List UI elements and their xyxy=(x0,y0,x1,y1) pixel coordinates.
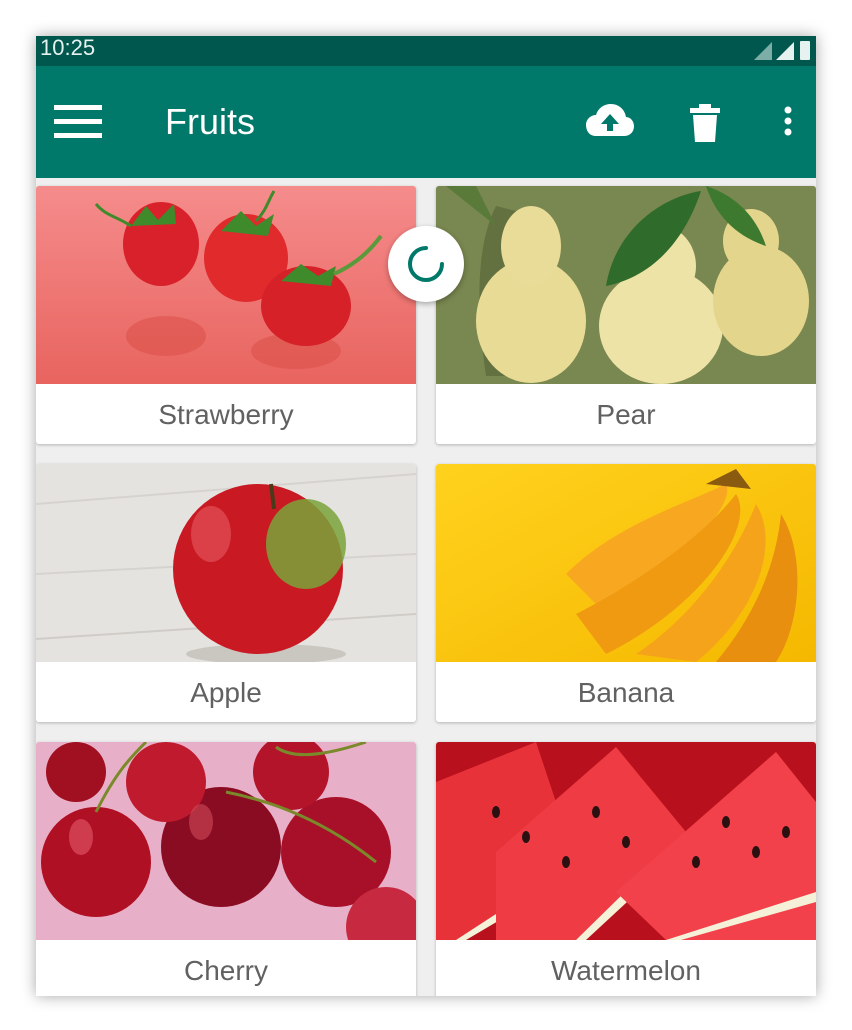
page-title: Fruits xyxy=(165,101,255,142)
strawberry-image xyxy=(36,186,416,384)
banana-image xyxy=(436,464,816,662)
cherry-image xyxy=(36,742,416,940)
loading-spinner xyxy=(388,226,464,302)
more-vert-icon[interactable] xyxy=(776,96,800,146)
apple-image xyxy=(36,464,416,662)
fruit-card-banana[interactable]: Banana xyxy=(436,464,816,722)
menu-icon[interactable] xyxy=(54,105,104,139)
cloud-upload-icon[interactable] xyxy=(584,96,636,146)
fruit-card-cherry[interactable]: Cherry xyxy=(36,742,416,996)
watermelon-image xyxy=(436,742,816,940)
fruit-card-strawberry[interactable]: Strawberry xyxy=(36,186,416,444)
delete-icon[interactable] xyxy=(687,96,723,146)
fruit-label: Apple xyxy=(190,677,262,708)
status-time: 10:25 xyxy=(40,36,96,60)
fruit-card-watermelon[interactable]: Watermelon xyxy=(436,742,816,996)
fruit-label: Pear xyxy=(596,399,656,430)
signal-battery-icon xyxy=(754,41,810,60)
loading-spinner-icon xyxy=(408,246,444,282)
fruit-label: Strawberry xyxy=(158,399,294,430)
fruit-label: Watermelon xyxy=(551,955,701,986)
status-bar: 10:25 xyxy=(36,36,816,66)
fruit-label: Banana xyxy=(577,677,675,708)
fruit-label: Cherry xyxy=(183,955,268,986)
pear-image xyxy=(436,186,816,384)
app-bar: Fruits xyxy=(36,66,816,178)
status-icons xyxy=(732,38,812,69)
fruit-card-apple[interactable]: Apple xyxy=(36,464,416,722)
phone-screen: 10:25 Fruits Strawberry Pear Apple Banan… xyxy=(36,36,816,996)
fruit-card-pear[interactable]: Pear xyxy=(436,186,816,444)
